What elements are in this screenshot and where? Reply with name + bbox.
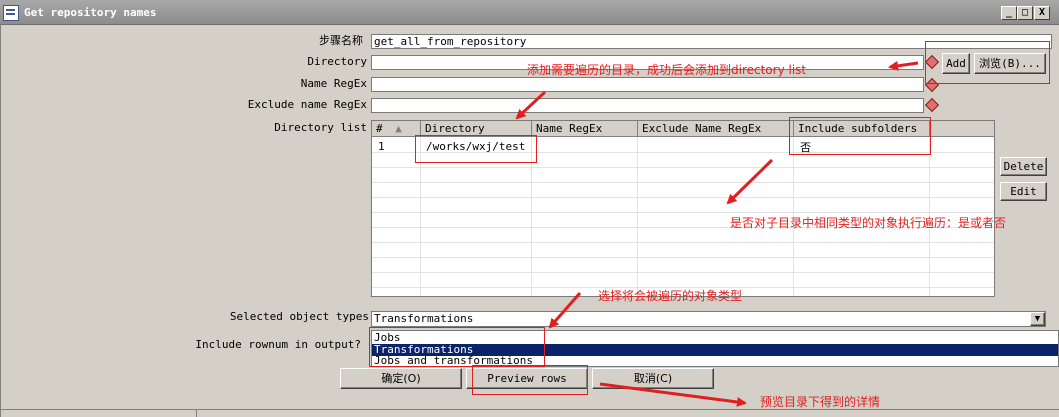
arrow-to-preview (599, 382, 747, 407)
arrow-to-directory (515, 90, 547, 120)
arrow-to-subfolders (726, 158, 774, 205)
arrow-to-dropdown (548, 292, 582, 329)
annotation-arrows (515, 60, 919, 407)
arrow-to-add (888, 60, 919, 71)
